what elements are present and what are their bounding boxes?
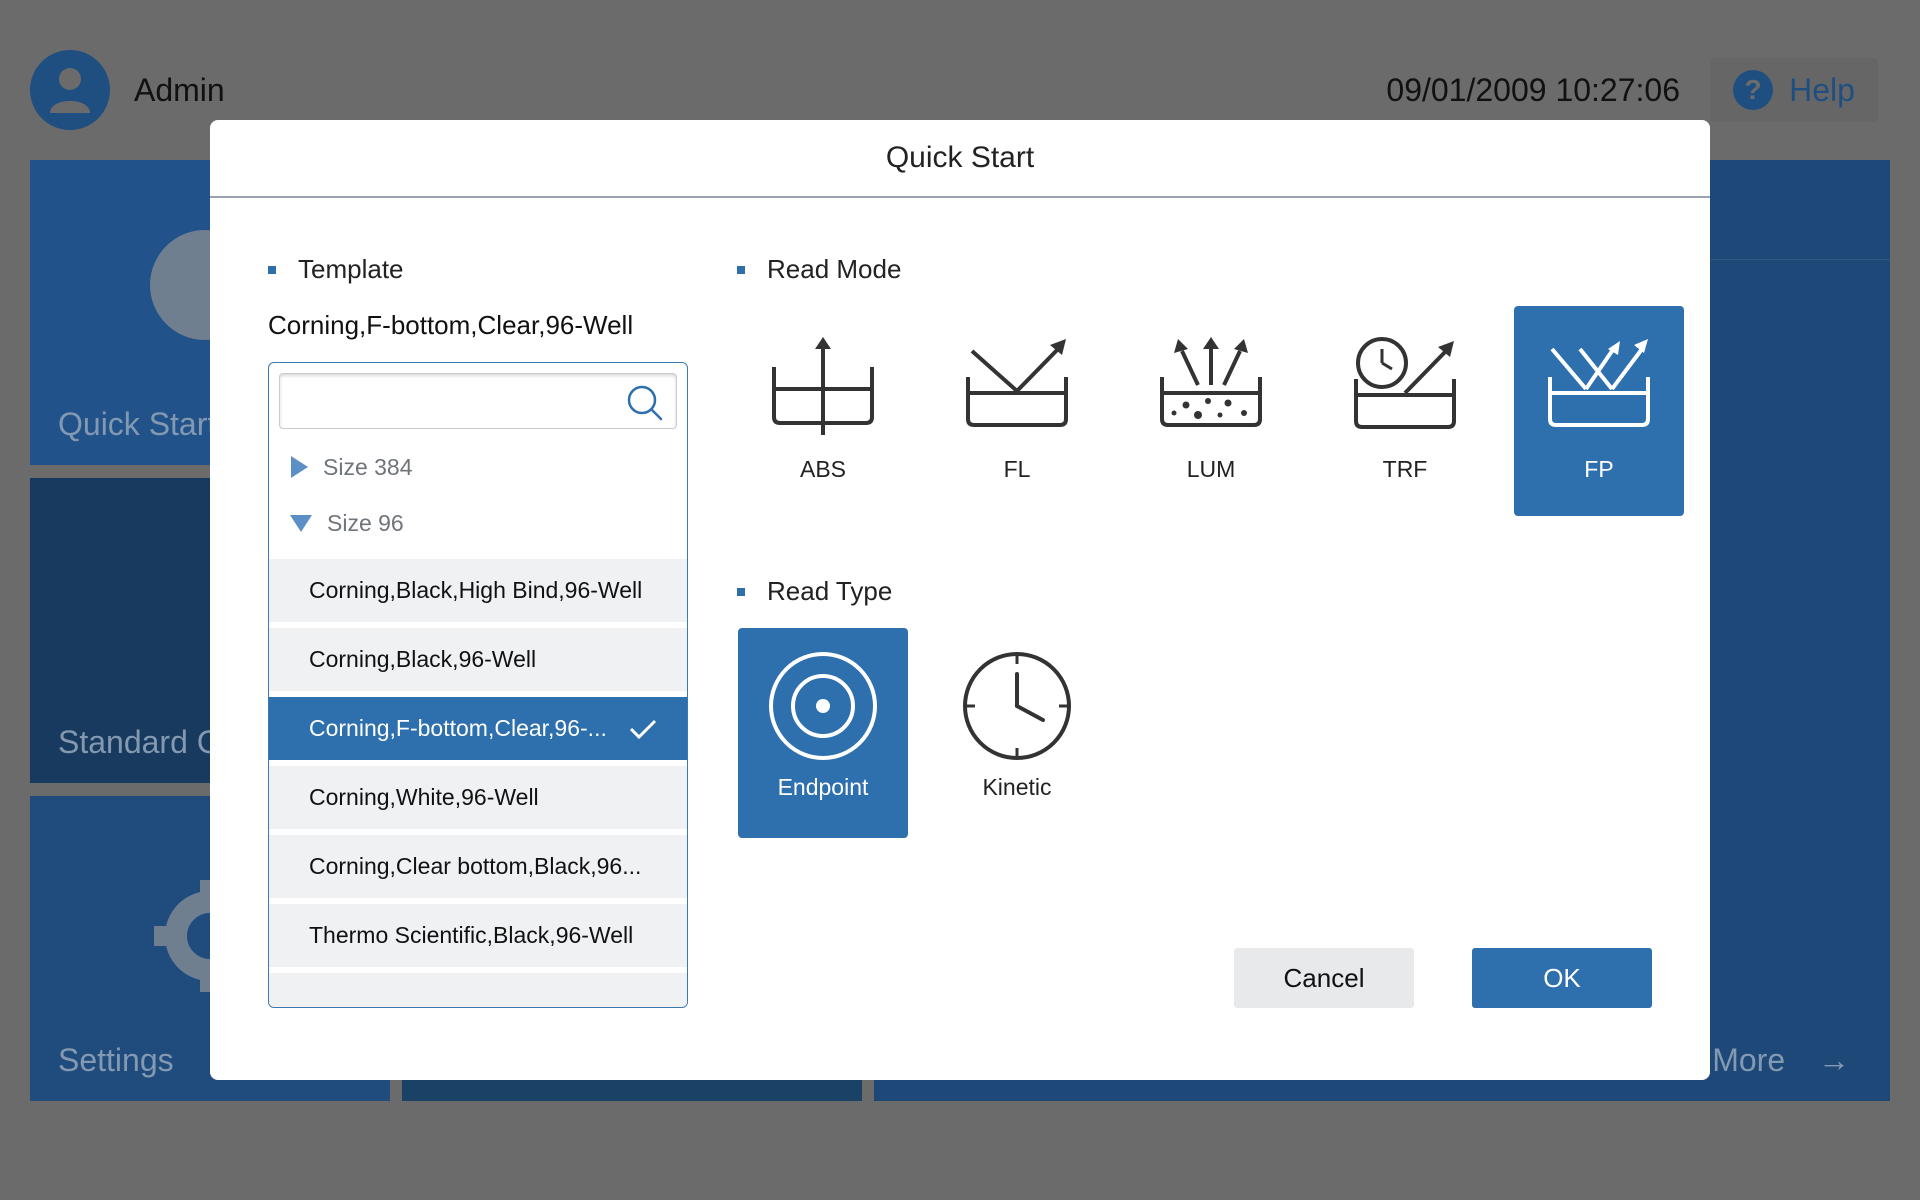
template-label-text: Template — [298, 254, 404, 284]
more-label: More — [1712, 1042, 1786, 1078]
bullet-icon — [737, 265, 745, 274]
ok-button[interactable]: OK — [1472, 948, 1652, 1008]
settings-tile-label: Settings — [58, 1042, 174, 1078]
read-type-kinetic-button[interactable]: Kinetic — [932, 628, 1102, 838]
user-avatar-icon[interactable] — [30, 50, 110, 130]
help-button[interactable]: ? Help — [1710, 58, 1878, 122]
template-list-item[interactable]: Corning,Clear bottom,Black,96... — [269, 835, 687, 901]
absorbance-icon — [772, 337, 874, 435]
checkmark-icon — [629, 719, 657, 740]
triangle-right-icon — [291, 456, 308, 478]
read-type-endpoint-button[interactable]: Endpoint — [738, 628, 908, 838]
template-list-item-selected[interactable]: Corning,F-bottom,Clear,96-... — [269, 697, 687, 763]
read-mode-fp-button[interactable]: FP — [1514, 306, 1684, 516]
read-mode-abs-label: ABS — [799, 456, 847, 482]
selected-template-value: Corning,F-bottom,Clear,96-Well — [268, 310, 634, 340]
luminescence-icon — [1160, 337, 1262, 427]
triangle-down-icon — [290, 515, 312, 532]
list-item-label: Corning,F-bottom,Clear,96-... — [309, 715, 607, 741]
template-list[interactable]: Size 384 Size 96 Corning,Black,High Bind… — [268, 362, 688, 1008]
template-search-input[interactable] — [280, 374, 610, 428]
quick-start-tile-label: Quick Start — [58, 406, 217, 442]
template-search-box[interactable] — [279, 373, 677, 429]
read-mode-fl-button[interactable]: FL — [932, 306, 1102, 516]
group-size-96[interactable]: Size 96 — [289, 503, 404, 543]
time-resolved-fluorescence-icon — [1354, 337, 1456, 429]
datetime-display: 09/01/2009 10:27:06 — [1386, 72, 1680, 108]
read-mode-fl-label: FL — [1003, 456, 1031, 482]
dialog-header: Quick Start — [210, 120, 1710, 198]
read-mode-abs-button[interactable]: ABS — [738, 306, 908, 516]
search-icon[interactable] — [626, 384, 664, 422]
template-list-item[interactable]: Thermo Scientific,Black,96-Well — [269, 904, 687, 970]
group-size-384[interactable]: Size 384 — [289, 447, 413, 487]
template-list-item[interactable]: Corning,Black,96-Well — [269, 628, 687, 694]
arrow-right-icon: → — [1818, 1042, 1850, 1078]
template-list-item[interactable]: Corning,Black,High Bind,96-Well — [269, 559, 687, 625]
list-item-label: Corning,Black,High Bind,96-Well — [309, 577, 643, 603]
bullet-icon — [737, 587, 745, 596]
fluorescence-icon — [966, 339, 1068, 427]
list-item-label: Corning,White,96-Well — [309, 784, 539, 810]
group-label: Size 96 — [327, 509, 404, 536]
read-mode-label-text: Read Mode — [767, 254, 902, 284]
target-icon — [769, 652, 877, 760]
read-mode-lum-label: LUM — [1186, 456, 1236, 482]
list-item-label: Thermo Scientific,Black,96-Well — [309, 922, 634, 948]
read-mode-trf-button[interactable]: TRF — [1320, 306, 1490, 516]
template-section-label: Template — [268, 254, 404, 285]
read-mode-section-label: Read Mode — [737, 254, 901, 285]
read-type-label-text: Read Type — [767, 576, 893, 606]
read-type-section-label: Read Type — [737, 576, 892, 607]
group-label: Size 384 — [323, 453, 413, 480]
list-item-label: Corning,Black,96-Well — [309, 646, 537, 672]
clock-icon — [963, 652, 1071, 760]
user-name: Admin — [134, 72, 225, 108]
fluorescence-polarization-icon — [1548, 339, 1650, 427]
help-icon: ? — [1733, 70, 1774, 110]
read-type-kinetic-label: Kinetic — [982, 774, 1052, 800]
bullet-icon — [268, 265, 276, 274]
template-list-item[interactable]: Corning,White,96-Well — [269, 766, 687, 832]
read-mode-lum-button[interactable]: LUM — [1126, 306, 1296, 516]
read-mode-fp-label: FP — [1584, 456, 1614, 482]
standard-tile-label: Standard C — [58, 724, 220, 760]
list-item-label: Corning,Clear bottom,Black,96... — [309, 853, 642, 879]
read-mode-trf-label: TRF — [1382, 456, 1428, 482]
read-type-endpoint-label: Endpoint — [777, 774, 869, 800]
dialog-title: Quick Start — [885, 141, 1035, 174]
cancel-button[interactable]: Cancel — [1234, 948, 1414, 1008]
more-link[interactable]: More → — [1712, 1042, 1850, 1079]
template-list-item[interactable] — [269, 973, 687, 1007]
help-label: Help — [1789, 71, 1855, 108]
quick-start-dialog: Quick Start Template Corning,F-bottom,Cl… — [210, 120, 1710, 1080]
